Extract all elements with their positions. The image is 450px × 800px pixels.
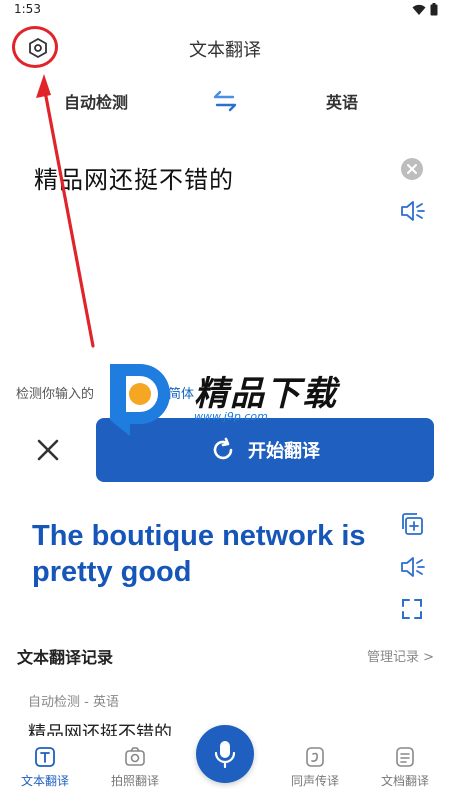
detect-hint-text: 检测你输入的 <box>16 387 95 402</box>
wifi-icon <box>412 4 426 15</box>
voice-input-button[interactable] <box>196 725 254 783</box>
history-title: 文本翻译记录 <box>17 648 114 667</box>
clear-input-button[interactable] <box>401 158 423 180</box>
start-translate-label: 开始翻译 <box>248 441 320 462</box>
nav-label: 文本翻译 <box>20 774 69 788</box>
manage-history-link[interactable]: 管理记录 > <box>367 646 434 665</box>
nav-text-translate[interactable]: 文本翻译 <box>0 746 90 789</box>
annotation-circle <box>12 26 58 68</box>
nav-label: 同声传译 <box>290 774 339 788</box>
copy-icon <box>402 513 423 535</box>
microphone-icon <box>214 741 236 769</box>
close-button[interactable] <box>34 436 62 464</box>
language-selector: 自动检测 英语 <box>0 84 450 116</box>
speak-result-button[interactable] <box>400 556 426 578</box>
header: 文本翻译 <box>0 26 450 70</box>
battery-icon <box>430 3 438 16</box>
translation-result: The boutique network is pretty good <box>32 520 366 588</box>
watermark-text: 精品下载 <box>194 374 338 414</box>
status-bar: 1:53 <box>0 0 450 22</box>
nav-label: 拍照翻译 <box>110 774 159 788</box>
simultaneous-icon <box>306 747 324 767</box>
close-icon <box>407 164 417 174</box>
speaker-icon <box>401 201 425 221</box>
nav-document-translate[interactable]: 文档翻译 <box>360 746 450 789</box>
watermark-url: www.j9p.com <box>194 410 268 423</box>
refresh-icon <box>213 437 233 460</box>
watermark-logo: 精品下载 www.j9p.com <box>96 358 356 438</box>
document-icon <box>396 747 414 767</box>
source-language[interactable]: 自动检测 <box>64 89 128 113</box>
logo-icon <box>110 364 170 436</box>
text-translate-icon <box>35 747 55 767</box>
target-language[interactable]: 英语 <box>326 89 358 113</box>
close-icon <box>37 439 59 461</box>
fullscreen-icon <box>402 599 422 619</box>
fullscreen-button[interactable] <box>401 598 423 620</box>
speaker-icon <box>401 557 425 577</box>
status-time: 1:53 <box>14 2 41 16</box>
page-title: 文本翻译 <box>189 40 261 61</box>
nav-photo-translate[interactable]: 拍照翻译 <box>90 746 180 789</box>
nav-simultaneous-translate[interactable]: 同声传译 <box>270 746 360 789</box>
history-item-languages: 自动检测 - 英语 <box>28 695 119 710</box>
copy-button[interactable] <box>400 512 424 536</box>
swap-icon <box>213 90 237 112</box>
input-text[interactable]: 精品网还挺不错的 <box>34 160 234 195</box>
status-icons <box>412 3 438 16</box>
swap-language-button[interactable] <box>211 89 239 113</box>
speak-source-button[interactable] <box>400 200 426 222</box>
history-item-text[interactable]: 精品网还挺不错的 <box>28 719 172 737</box>
nav-label: 文档翻译 <box>380 774 429 788</box>
camera-icon <box>125 747 145 766</box>
